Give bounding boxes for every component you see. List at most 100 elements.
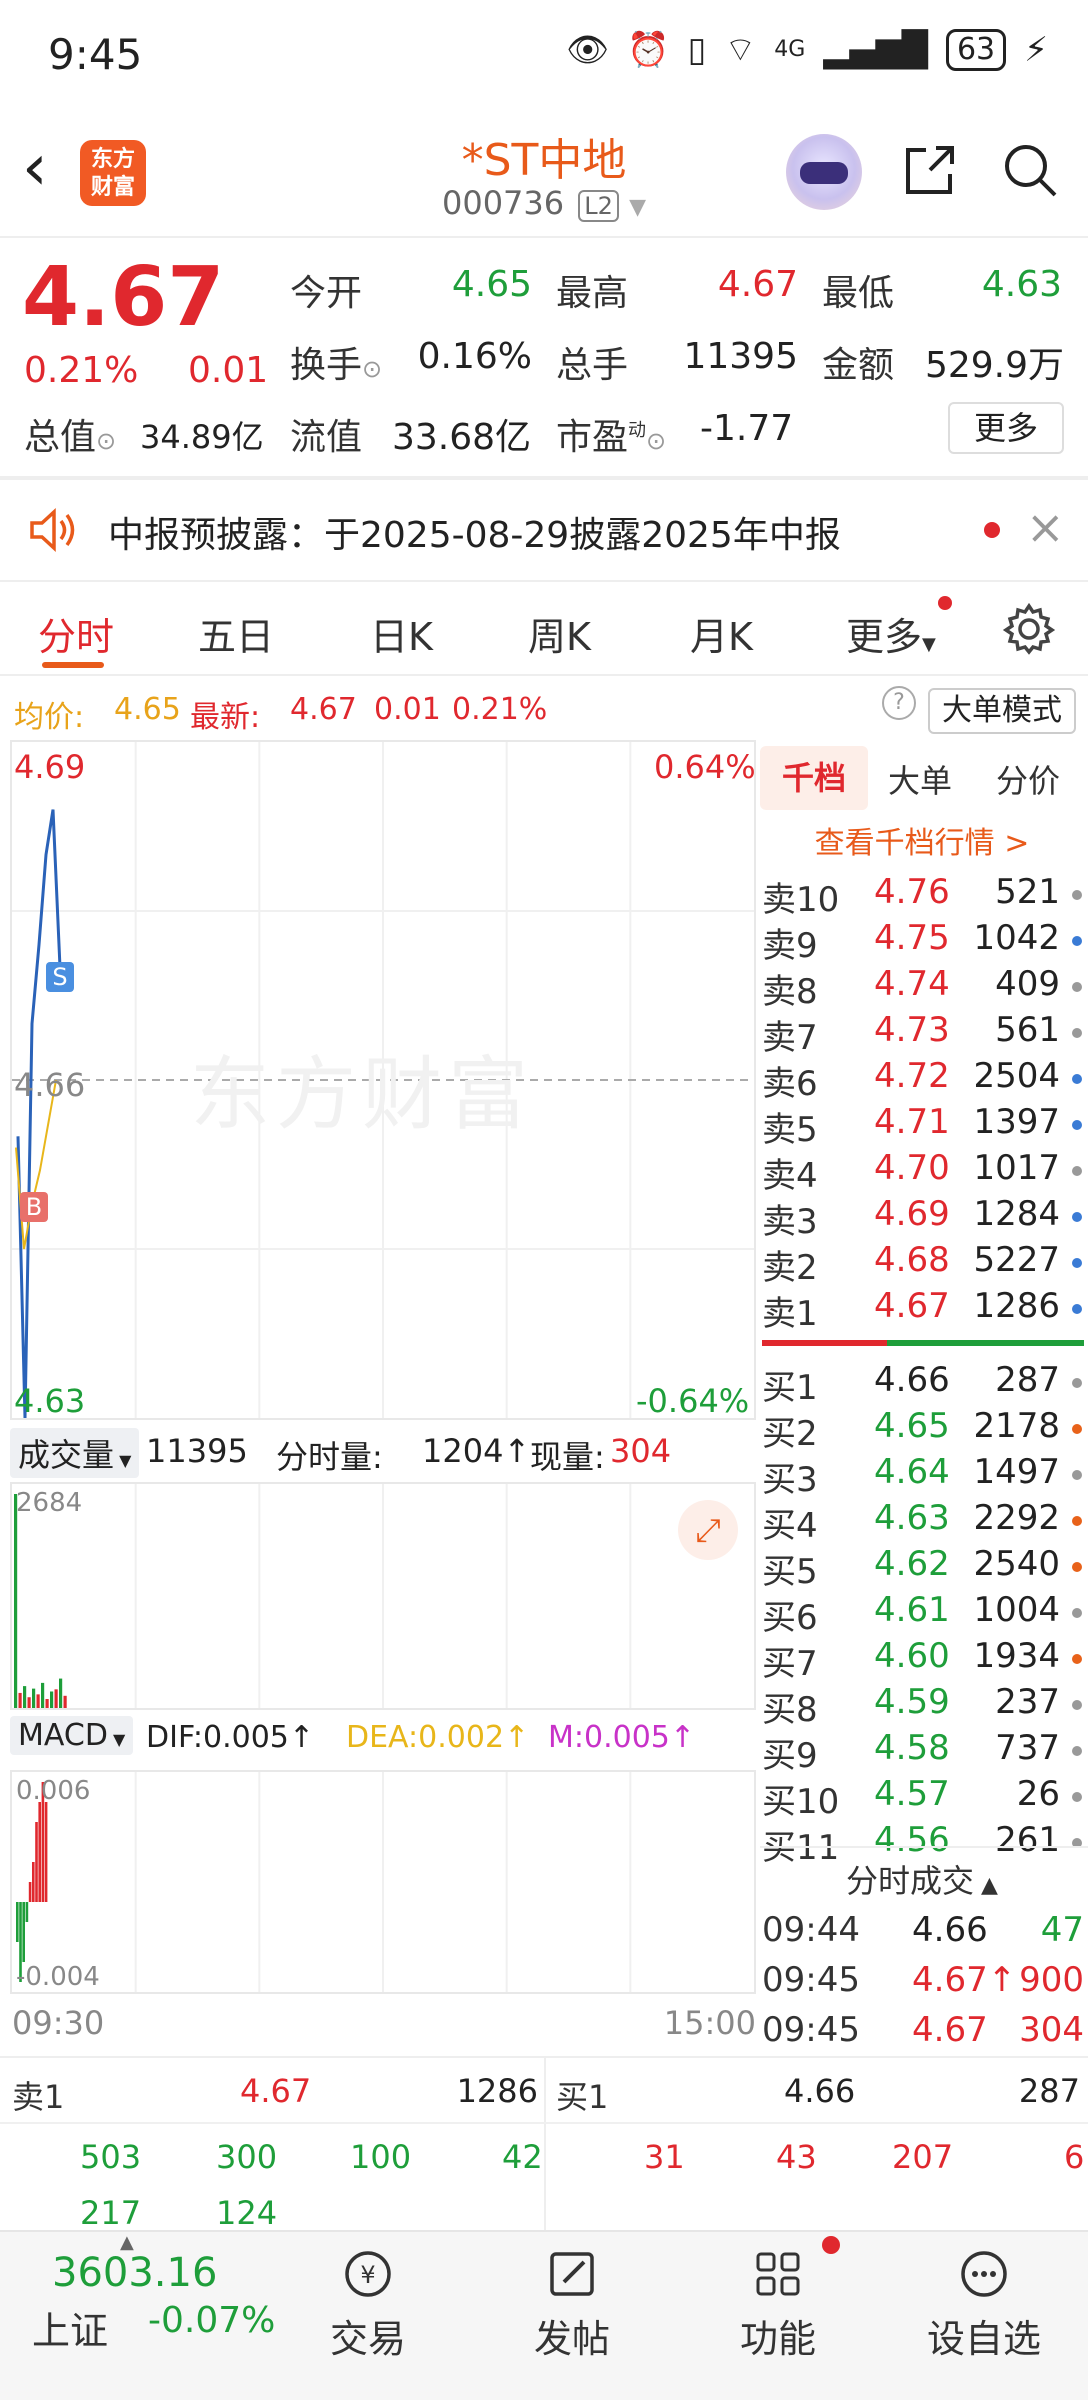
tab-intraday[interactable]: 分时 bbox=[38, 606, 114, 661]
macd-dif: DIF:0.005↑ bbox=[146, 1720, 315, 1755]
volume-value: 11395 bbox=[683, 336, 798, 377]
mktcap-value: 34.89亿 bbox=[140, 418, 264, 456]
volume-indicator-dropdown[interactable]: 成交量 ▼ bbox=[10, 1428, 140, 1478]
buy-marker[interactable]: B bbox=[20, 1192, 48, 1222]
level-dot bbox=[1072, 1212, 1082, 1222]
ask-level-row[interactable]: 卖2 4.68 5227 bbox=[762, 1240, 1084, 1288]
big-order-mode-button[interactable]: 大单模式 bbox=[928, 688, 1076, 734]
latest-value: 4.67 bbox=[290, 692, 357, 727]
bid-level-row[interactable]: 买6 4.61 1004 bbox=[762, 1590, 1084, 1638]
index-name: 上证 bbox=[32, 2309, 109, 2353]
macd-indicator-dropdown[interactable]: MACD ▼ bbox=[10, 1716, 134, 1755]
gear-icon[interactable] bbox=[1002, 602, 1056, 656]
level-price: 4.70 bbox=[874, 1148, 950, 1188]
ask-level-row[interactable]: 卖8 4.74 409 bbox=[762, 964, 1084, 1012]
time-start: 09:30 bbox=[12, 2004, 105, 2042]
volume-chart[interactable] bbox=[10, 1482, 756, 1710]
level-price: 4.66 bbox=[874, 1360, 950, 1400]
ask-level-row[interactable]: 卖5 4.71 1397 bbox=[762, 1102, 1084, 1150]
close-icon[interactable]: × bbox=[1026, 500, 1065, 554]
bid-level-row[interactable]: 买8 4.59 237 bbox=[762, 1682, 1084, 1730]
current-volume-value: 304 bbox=[610, 1432, 672, 1470]
bid-level-row[interactable]: 买7 4.60 1934 bbox=[762, 1636, 1084, 1684]
level-price: 4.65 bbox=[874, 1406, 950, 1446]
level-dot bbox=[1072, 1654, 1082, 1664]
caret-up-icon: ▲ bbox=[974, 1873, 998, 1898]
more-stats-button[interactable]: 更多 bbox=[948, 402, 1064, 454]
queue-buy-order: 6 bbox=[1064, 2138, 1085, 2176]
pe-label[interactable]: 市盈动⊙ bbox=[556, 408, 666, 460]
macd-chart[interactable] bbox=[10, 1770, 756, 1994]
level-dot bbox=[1072, 1378, 1082, 1388]
tab-monthly-k[interactable]: 月K bbox=[690, 606, 753, 661]
level-qty: 1042 bbox=[973, 918, 1060, 958]
tick-time: 09:45 bbox=[762, 1960, 860, 2000]
search-icon[interactable] bbox=[1000, 140, 1060, 200]
speaker-icon bbox=[30, 508, 75, 552]
level-label: 买4 bbox=[762, 1506, 818, 1546]
turnover-label[interactable]: 换手⊙ bbox=[290, 336, 382, 388]
ask-level-row[interactable]: 卖3 4.69 1284 bbox=[762, 1194, 1084, 1242]
queue-sell-order: 503 bbox=[80, 2138, 142, 2176]
volume-header: 成交量 ▼ 11395 分时量: 1204↑ 现量: 304 bbox=[10, 1424, 756, 1480]
tick-trades-title[interactable]: 分时成交 ▲ bbox=[760, 1856, 1084, 1902]
help-icon[interactable]: ? bbox=[882, 686, 916, 720]
bid-level-row[interactable]: 买4 4.63 2292 bbox=[762, 1498, 1084, 1546]
volume-bar bbox=[54, 1689, 58, 1708]
nav-post[interactable]: 发帖 bbox=[472, 2232, 672, 2400]
open-label: 今开 bbox=[290, 273, 363, 314]
ask-level-row[interactable]: 卖6 4.72 2504 bbox=[762, 1056, 1084, 1104]
level-qty: 561 bbox=[995, 1010, 1060, 1050]
expand-icon[interactable]: ⤢ bbox=[678, 1500, 738, 1560]
level-qty: 1004 bbox=[973, 1590, 1060, 1630]
view-thousand-levels-link[interactable]: 查看千档行情 > bbox=[760, 818, 1084, 862]
queue-sell-order: 217 bbox=[80, 2194, 142, 2232]
price-subheader: 均价: 4.65 最新: 4.67 0.01 0.21% ? bbox=[0, 680, 1088, 738]
tick-time: 09:45 bbox=[762, 2010, 860, 2050]
nav-functions[interactable]: 功能 bbox=[678, 2232, 878, 2400]
volume-bar bbox=[32, 1688, 36, 1708]
bid-level-row[interactable]: 买9 4.58 737 bbox=[762, 1728, 1084, 1776]
ask-level-row[interactable]: 卖10 4.76 521 bbox=[762, 872, 1084, 920]
bid-level-row[interactable]: 买3 4.64 1497 bbox=[762, 1452, 1084, 1500]
tab-big-orders[interactable]: 大单 bbox=[888, 756, 952, 802]
share-icon[interactable] bbox=[900, 140, 960, 200]
level-dot bbox=[1072, 890, 1082, 900]
level-price: 4.58 bbox=[874, 1728, 950, 1768]
ask-level-row[interactable]: 卖9 4.75 1042 bbox=[762, 918, 1084, 966]
ask-level-row[interactable]: 卖7 4.73 561 bbox=[762, 1010, 1084, 1058]
nav-add-watchlist[interactable]: 设自选 bbox=[884, 2232, 1084, 2400]
notice-text: 中报预披露：于2025-08-29披露2025年中报 bbox=[108, 515, 841, 556]
bid-level-row[interactable]: 买5 4.62 2540 bbox=[762, 1544, 1084, 1592]
level-price: 4.57 bbox=[874, 1774, 950, 1814]
latest-change: 0.01 bbox=[374, 692, 441, 727]
macd-dea: DEA:0.002↑ bbox=[346, 1720, 530, 1755]
level-qty: 2504 bbox=[973, 1056, 1060, 1096]
tab-price-dist[interactable]: 分价 bbox=[996, 756, 1060, 802]
queue-buy-order: 207 bbox=[892, 2138, 954, 2176]
index-value[interactable]: 3603.16 bbox=[52, 2250, 217, 2296]
buy-ratio-bar bbox=[887, 1340, 1084, 1346]
level-price: 4.67 bbox=[874, 1286, 950, 1326]
tab-more[interactable]: 更多▼ bbox=[846, 606, 936, 661]
sell-marker[interactable]: S bbox=[46, 962, 74, 992]
level-label: 卖3 bbox=[762, 1202, 818, 1242]
bid-level-row[interactable]: 买2 4.65 2178 bbox=[762, 1406, 1084, 1454]
mktcap-label[interactable]: 总值⊙ bbox=[24, 408, 116, 460]
tab-daily-k[interactable]: 日K bbox=[370, 606, 433, 661]
nav-trade[interactable]: ¥ 交易 bbox=[268, 2232, 468, 2400]
tick-volume: 47 bbox=[1040, 1910, 1084, 1950]
float-value: 33.68亿 bbox=[392, 417, 532, 458]
tab-weekly-k[interactable]: 周K bbox=[528, 606, 591, 661]
bid-level-row[interactable]: 买10 4.57 26 bbox=[762, 1774, 1084, 1822]
tab-five-day[interactable]: 五日 bbox=[198, 606, 274, 661]
ask-level-row[interactable]: 卖1 4.67 1286 bbox=[762, 1286, 1084, 1334]
level-qty: 261 bbox=[995, 1820, 1060, 1860]
tab-thousand-levels[interactable]: 千档 bbox=[760, 746, 868, 810]
bid-level-row[interactable]: 买1 4.66 287 bbox=[762, 1360, 1084, 1408]
ask-level-row[interactable]: 卖4 4.70 1017 bbox=[762, 1148, 1084, 1196]
tick-volume-label: 分时量: bbox=[276, 1438, 383, 1476]
macd-bar bbox=[38, 1802, 41, 1902]
price-line bbox=[16, 809, 62, 1419]
notice-bar[interactable]: 中报预披露：于2025-08-29披露2025年中报 × bbox=[0, 482, 1088, 578]
